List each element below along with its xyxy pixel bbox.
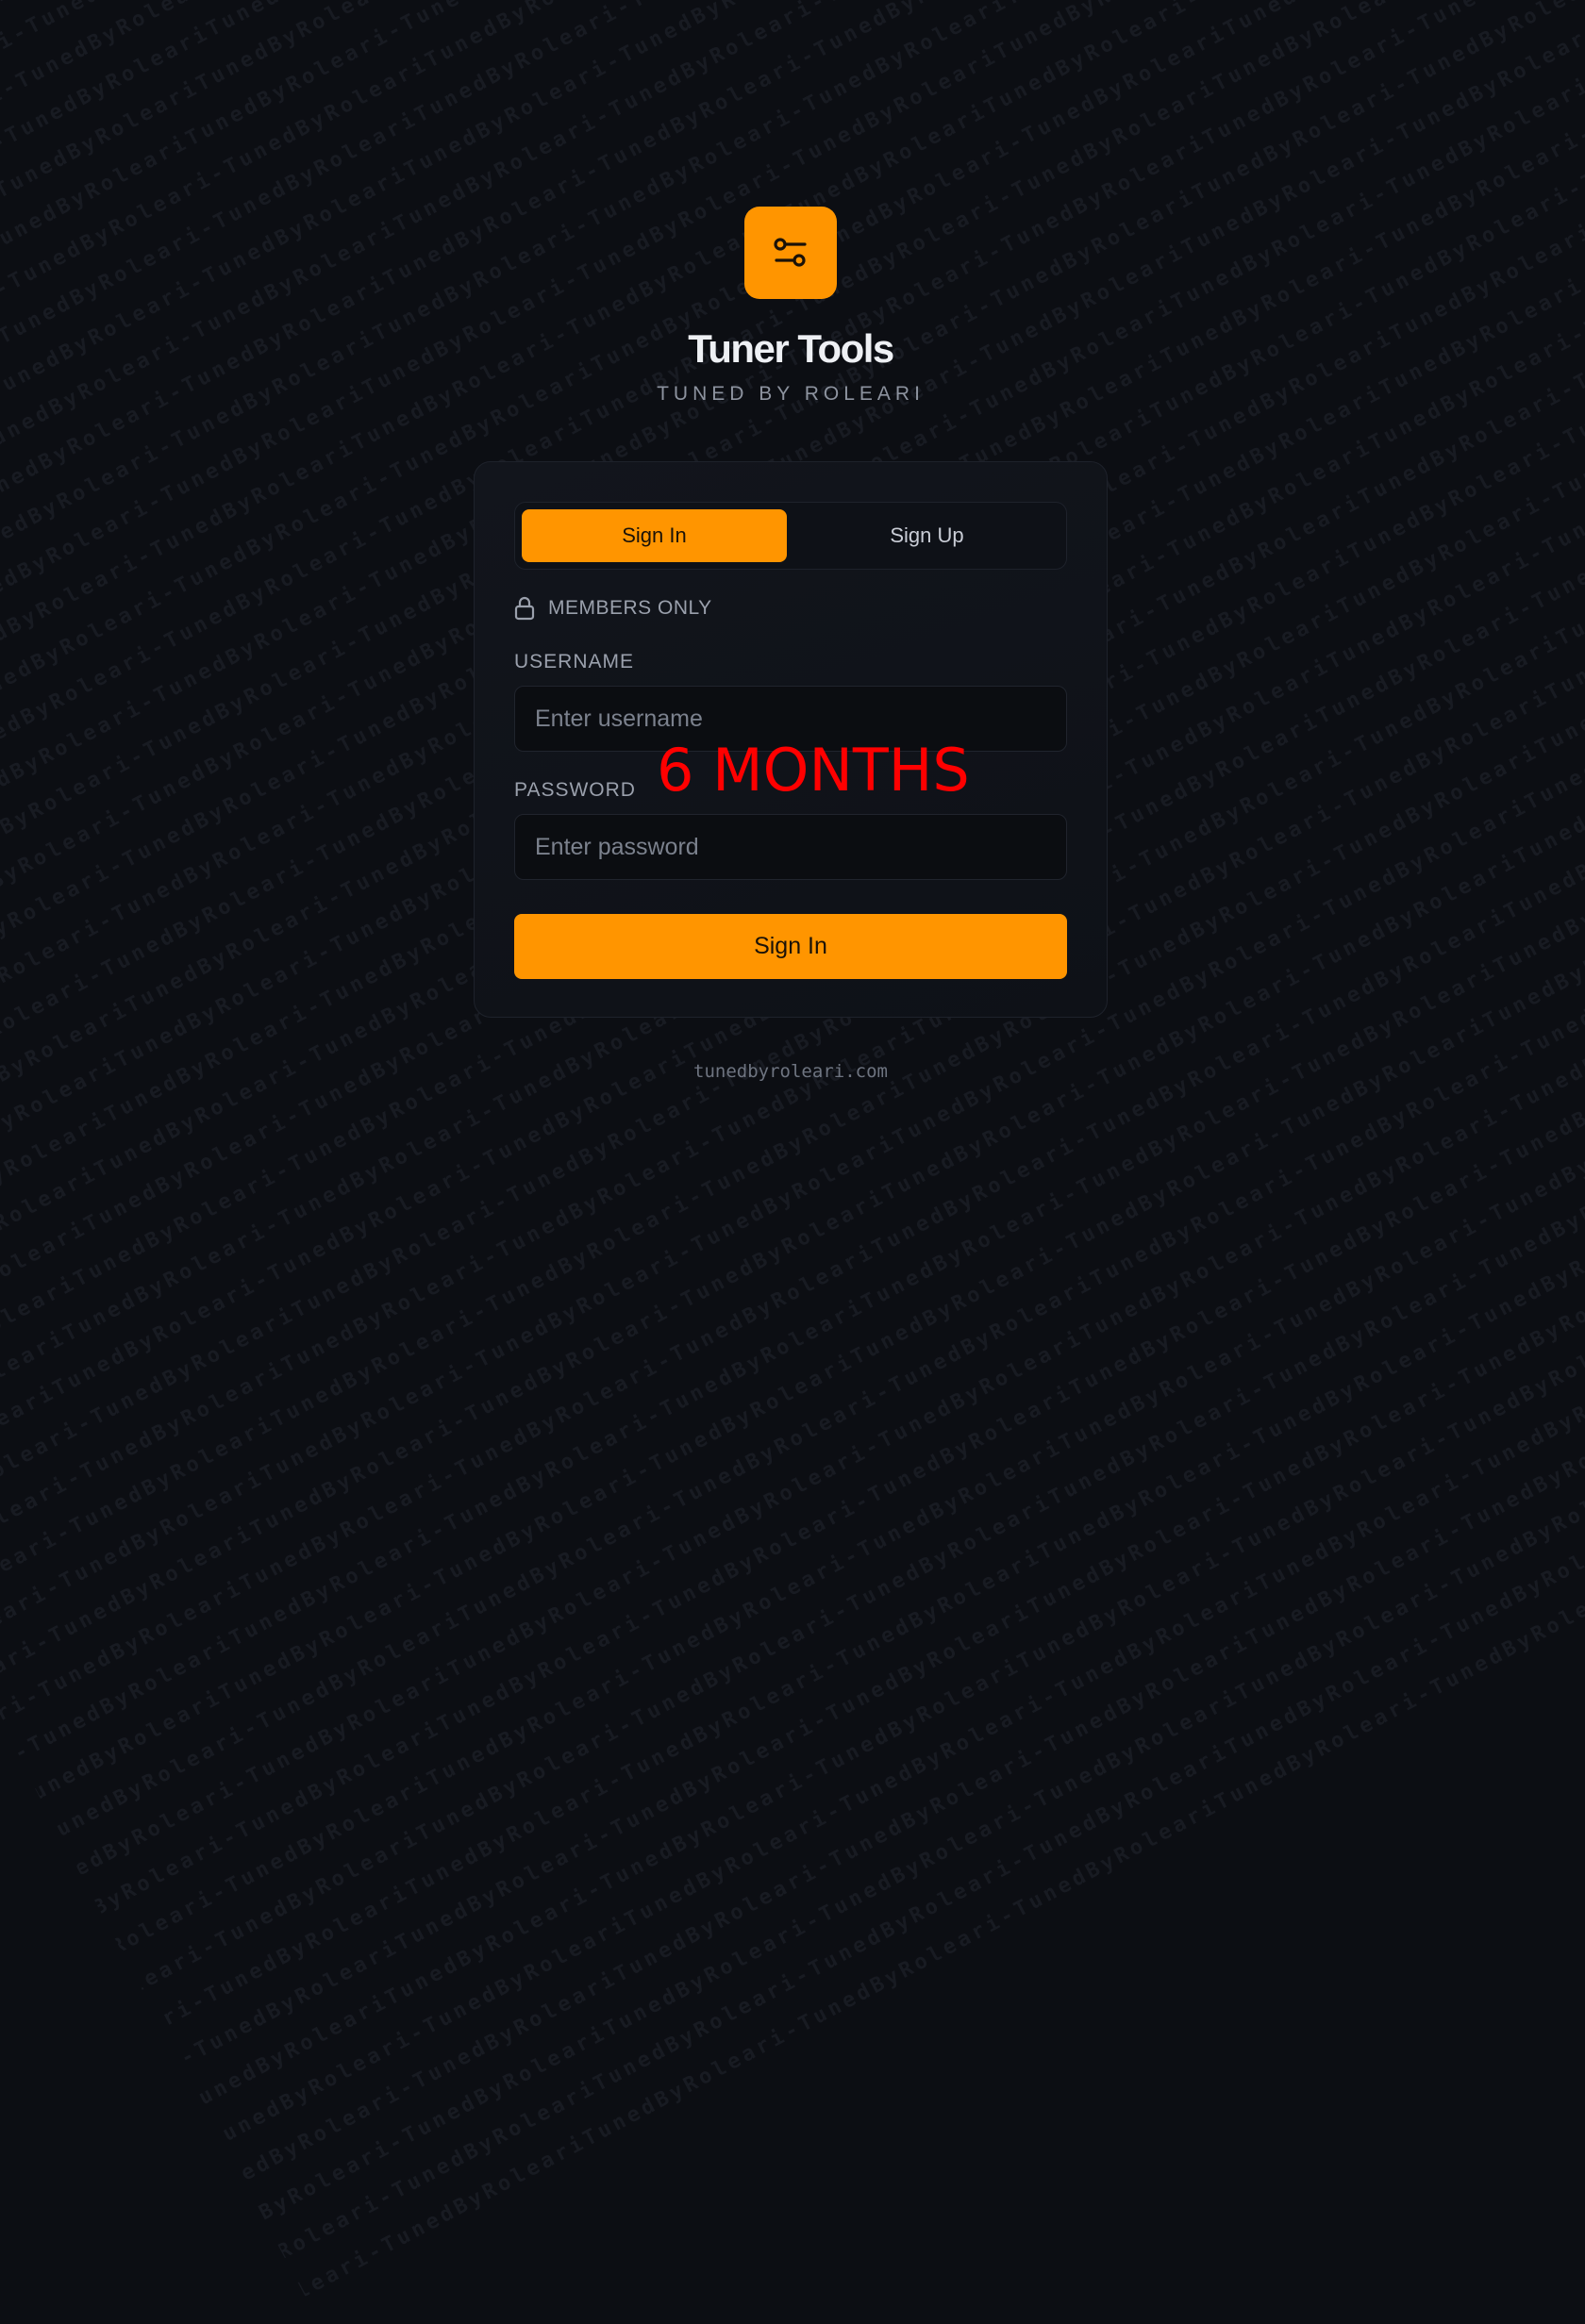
tab-sign-in[interactable]: Sign In	[522, 509, 787, 562]
username-label: USERNAME	[514, 651, 635, 672]
app-subtitle: TUNED BY ROLEARI	[657, 383, 925, 405]
password-label: PASSWORD	[514, 779, 636, 801]
login-page: Tuner Tools TUNED BY ROLEARI Sign In Sig…	[0, 0, 1585, 1283]
auth-tabs: Sign In Sign Up	[514, 502, 1067, 570]
sliders-toggle-icon	[774, 238, 807, 267]
password-input[interactable]	[514, 814, 1067, 880]
members-only-notice: MEMBERS ONLY	[514, 596, 712, 621]
lock-icon	[514, 596, 535, 621]
members-only-text: MEMBERS ONLY	[548, 597, 712, 619]
footer-link[interactable]: tunedbyroleari.com	[0, 1061, 1581, 1082]
app-logo	[744, 207, 837, 299]
watermark-row: TunedByRoleari-TunedByRoleariTunedByRole…	[162, 336, 1585, 2324]
app-title: Tuner Tools	[688, 326, 894, 371]
sign-in-button[interactable]: Sign In	[514, 914, 1067, 979]
overlay-caption: 6 MONTHS	[657, 736, 970, 805]
tab-sign-up[interactable]: Sign Up	[794, 509, 1059, 562]
